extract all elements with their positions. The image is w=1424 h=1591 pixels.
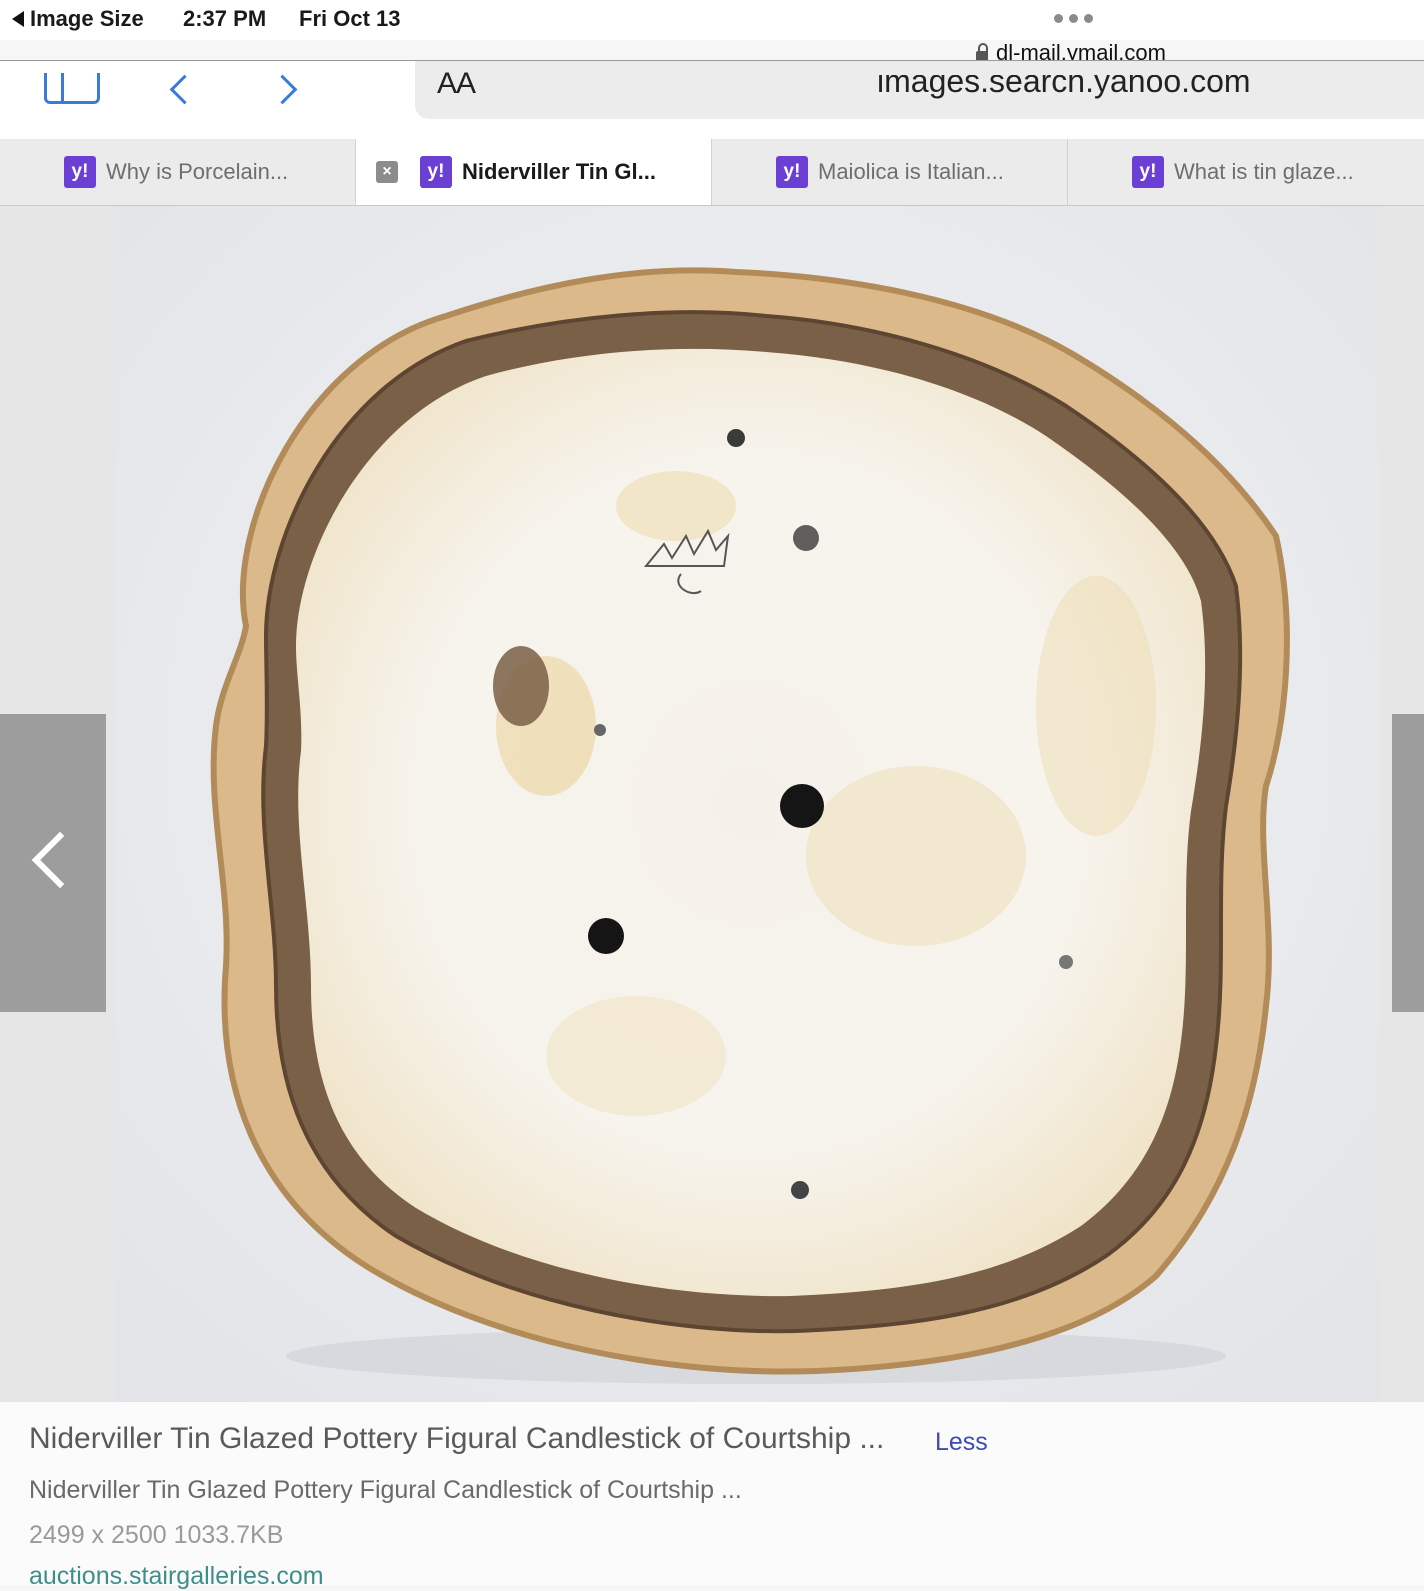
tab-maiolica[interactable]: y! Maiolica is Italian... (712, 139, 1068, 205)
address-bar[interactable]: AA images.search.yahoo.com (415, 61, 1424, 119)
image-size-info: 2499 x 2500 1033.7KB (29, 1521, 284, 1549)
next-image-button[interactable] (1392, 714, 1424, 1012)
status-date: Fri Oct 13 (299, 6, 401, 31)
tab-bar: y! Why is Porcelain... × y! Niderviller … (0, 139, 1424, 206)
back-chevron-icon[interactable] (169, 74, 200, 105)
yahoo-favicon-icon: y! (64, 156, 96, 188)
previous-image-button[interactable] (0, 714, 106, 1012)
tab-label: What is tin glaze... (1174, 159, 1354, 184)
back-to-app-button[interactable]: Image Size (12, 6, 144, 32)
tab-label: Niderviller Tin Gl... (462, 159, 656, 184)
ceramic-bowl-illustration (116, 206, 1380, 1402)
tab-label: Why is Porcelain... (106, 159, 289, 184)
image-caption: Niderviller Tin Glazed Pottery Figural C… (0, 1402, 1424, 1590)
status-time: 2:37 PM (183, 6, 267, 31)
ceramic-bowl-photo[interactable] (116, 206, 1380, 1402)
image-title[interactable]: Niderviller Tin Glazed Pottery Figural C… (29, 1422, 884, 1456)
less-link[interactable]: Less (935, 1428, 988, 1457)
back-to-app-label: Image Size (30, 6, 144, 31)
multitasking-dots-icon[interactable] (1054, 14, 1093, 23)
sidebar-toggle-icon[interactable] (44, 73, 100, 104)
close-tab-icon[interactable]: × (376, 161, 398, 183)
tab-what-is-tin-glaze[interactable]: y! What is tin glaze... (1068, 139, 1424, 205)
image-source-link[interactable]: auctions.stairgalleries.com (29, 1562, 324, 1591)
forward-chevron-icon[interactable] (267, 74, 298, 105)
image-subtitle: Niderviller Tin Glazed Pottery Figural C… (29, 1476, 742, 1504)
chevron-left-icon (31, 831, 89, 889)
image-viewer (0, 206, 1424, 1402)
tab-why-is-porcelain[interactable]: y! Why is Porcelain... (0, 139, 356, 205)
browser-toolbar: AA images.search.yahoo.com (0, 60, 1424, 139)
yahoo-favicon-icon: y! (420, 156, 452, 188)
reader-settings-button[interactable]: AA (437, 67, 476, 101)
status-bar: Image Size 2:37 PM Fri Oct 13 dl-mail.ym… (0, 0, 1424, 65)
back-triangle-icon (12, 11, 24, 27)
tab-niderviller[interactable]: × y! Niderviller Tin Gl... (356, 139, 712, 205)
yahoo-favicon-icon: y! (776, 156, 808, 188)
yahoo-favicon-icon: y! (1132, 156, 1164, 188)
tab-label: Maiolica is Italian... (818, 159, 1004, 184)
address-url[interactable]: images.search.yahoo.com (877, 75, 1251, 100)
